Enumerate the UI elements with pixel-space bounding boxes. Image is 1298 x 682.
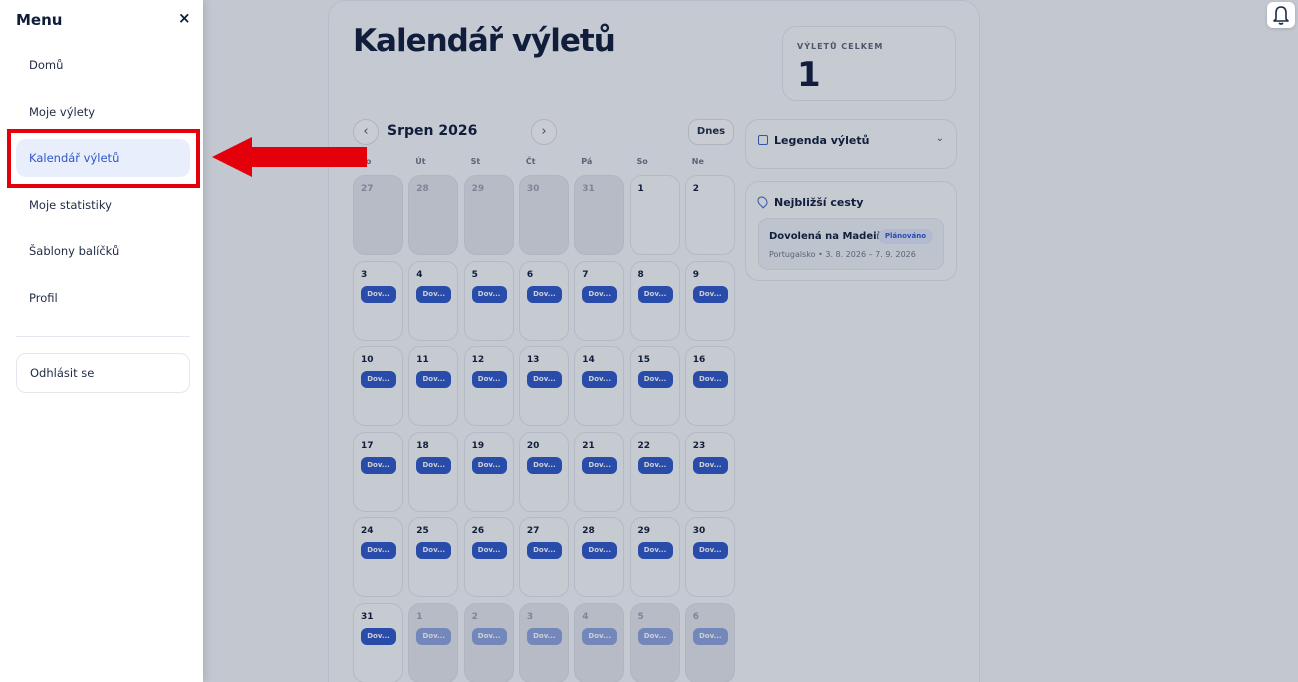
menu-item[interactable]: Šablony balíčků xyxy=(16,232,190,270)
annotation-highlight-box xyxy=(7,129,200,188)
notifications-button[interactable] xyxy=(1267,2,1295,28)
menu-item[interactable]: Moje výlety xyxy=(16,93,190,131)
close-menu-button[interactable]: × xyxy=(178,9,191,27)
menu-divider xyxy=(16,336,190,337)
menu-item[interactable]: Profil xyxy=(16,279,190,317)
menu-item[interactable]: Moje statistiky xyxy=(16,186,190,224)
side-menu: Menu × Domů Moje výlety Kalendář výletů Moj… xyxy=(0,0,203,682)
close-icon: × xyxy=(178,9,191,27)
menu-title: Menu xyxy=(16,11,63,29)
annotation-arrow-icon xyxy=(212,137,367,177)
menu-item[interactable]: Domů xyxy=(16,46,190,84)
logout-button[interactable]: Odhlásit se xyxy=(16,353,190,393)
bell-icon xyxy=(1273,6,1289,25)
